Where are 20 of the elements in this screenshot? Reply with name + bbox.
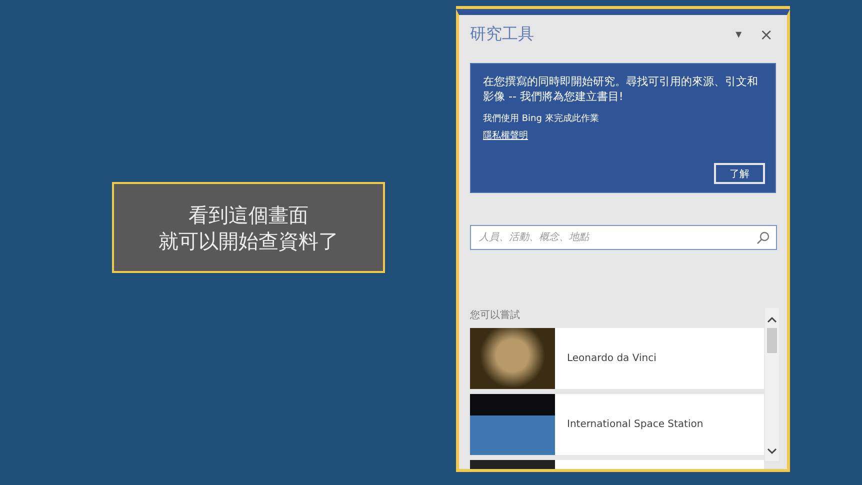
suggestion-title: Leonardo da Vinci [567, 353, 656, 364]
scroll-up-icon[interactable] [767, 316, 777, 324]
info-note: 我們使用 Bing 來完成此作業 [483, 112, 600, 125]
close-button[interactable]: × [754, 24, 779, 44]
search-icon [756, 231, 770, 245]
suggestion-card[interactable]: Leonardo da Vinci [470, 328, 764, 389]
scroll-down-icon[interactable] [767, 447, 777, 455]
suggestion-card[interactable]: International Space Station [470, 394, 764, 455]
got-it-button[interactable]: 了解 [714, 163, 765, 184]
suggestions-heading: 您可以嘗試 [470, 308, 521, 318]
info-message: 在您撰寫的同時即開始研究。尋找可引用的來源、引文和影像 -- 我們將為您建立書目! [483, 74, 759, 104]
callout-line: 就可以開始查資料了 [158, 228, 338, 254]
pane-menu-button[interactable]: ▾ [730, 27, 748, 41]
search-field[interactable]: 人員、活動、概念、地點 [470, 225, 777, 250]
callout-line: 看到這個畫面 [188, 202, 308, 228]
scroll-thumb[interactable] [767, 328, 777, 353]
suggestion-title: International Space Station [567, 419, 704, 430]
privacy-link[interactable]: 隱私權聲明 [483, 129, 528, 142]
pane-title: 研究工具 [470, 24, 535, 44]
scrollbar[interactable] [765, 308, 779, 461]
